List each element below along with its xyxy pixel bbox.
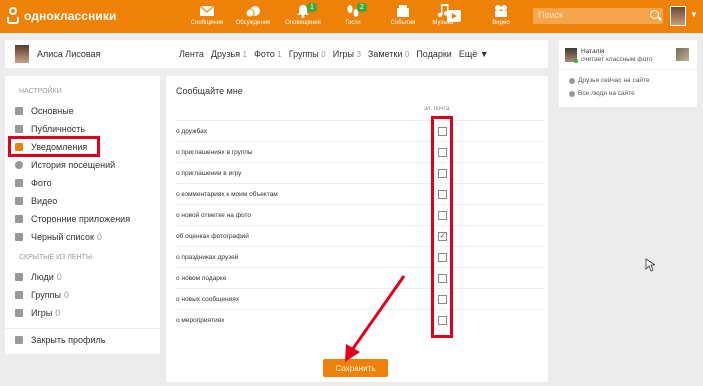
online-indicator (574, 59, 578, 63)
highlight-frame-checkboxes (431, 116, 453, 338)
top-bar: одноклассники Сообщения Обсуждения 1 Опо… (0, 0, 703, 33)
search-icon[interactable] (650, 10, 659, 19)
tab-gifts[interactable]: Подарки (416, 49, 452, 59)
bell-icon: 1 (295, 3, 317, 18)
table-row: о приглашении в игру (176, 162, 544, 183)
search-input[interactable]: Поиск (533, 8, 663, 24)
table-row: о новых сообщениях (176, 288, 544, 309)
tab-games[interactable]: Игры 3 (333, 49, 361, 59)
sidebar-item-main[interactable]: Основные (15, 103, 74, 119)
guests-badge: 2 (357, 3, 367, 12)
people-icon (569, 90, 575, 97)
settings-header: НАСТРОЙКИ (19, 88, 62, 95)
table-row: о комментариях к моим объектам (176, 183, 544, 204)
save-button[interactable]: Сохранить (323, 359, 388, 377)
sidebar-item-apps[interactable]: Сторонние приложения (15, 211, 130, 227)
nav-messages[interactable]: Сообщения (184, 2, 230, 26)
all-people-link[interactable]: Все люди на сайте (569, 90, 635, 97)
friend-action: считает классным фото (581, 56, 653, 63)
events-icon (395, 4, 411, 18)
nav-discussions[interactable]: Обсуждения (230, 2, 276, 26)
page-title: Сообщайте мне (176, 86, 243, 96)
table-row: о новой отметке на фото (176, 204, 544, 225)
megaphone-icon (15, 125, 23, 133)
close-profile-link[interactable]: Закрыть профиль (15, 332, 105, 348)
nav-play[interactable] (445, 10, 463, 22)
tab-groups[interactable]: Группы 0 (289, 49, 326, 59)
groups-icon (15, 291, 23, 299)
logo[interactable]: одноклассники (6, 7, 116, 25)
camera-icon (15, 179, 23, 187)
sidebar-item-hidden-games[interactable]: Игры 0 (15, 305, 60, 321)
film-icon (15, 197, 23, 205)
profile-avatar[interactable] (15, 45, 29, 63)
table-row: о новом подарке (176, 267, 544, 288)
sidebar-item-history[interactable]: История посещений (15, 157, 115, 173)
nav-label: Оповещения (285, 20, 321, 26)
people-icon (569, 77, 575, 84)
nav-video[interactable]: Видео (478, 2, 524, 26)
tab-friends[interactable]: Друзья 1 (211, 49, 247, 59)
hidden-header: СКРЫТЫЕ ИЗ ЛЕНТЫ (19, 254, 93, 261)
sidebar-item-publicity[interactable]: Публичность (15, 121, 85, 137)
photo-thumbnail[interactable] (676, 48, 689, 61)
envelope-icon (199, 4, 215, 18)
nav-label: Обсуждения (235, 20, 271, 26)
tab-notes[interactable]: Заметки 0 (368, 49, 409, 59)
friends-activity-panel: Наталія считает классным фото Друзья сей… (559, 40, 697, 107)
nav-label: Сообщения (190, 20, 224, 26)
nav-label: Видео (492, 20, 510, 26)
sidebar-item-video[interactable]: Видео (15, 193, 57, 209)
lock-icon (15, 336, 23, 344)
search-placeholder: Поиск (538, 10, 563, 20)
table-row: об оценках фотографий ✓ (176, 225, 544, 246)
profile-name[interactable]: Алиса Лисовая (37, 49, 100, 59)
sidebar-item-hidden-groups[interactable]: Группы 0 (15, 287, 69, 303)
profile-header: Алиса Лисовая Лента Друзья 1 Фото 1 Груп… (5, 40, 548, 68)
nav-notifications[interactable]: 1 Оповещения (280, 2, 326, 26)
email-column-header: эл. почта (424, 106, 450, 112)
table-row: о мероприятиях (176, 309, 544, 330)
clock-icon (15, 161, 23, 169)
play-icon (447, 10, 461, 22)
gear-icon (15, 107, 23, 115)
mouse-cursor-icon (645, 258, 655, 272)
people-icon (15, 273, 23, 281)
profile-tabs: Лента Друзья 1 Фото 1 Группы 0 Игры 3 За… (179, 49, 496, 59)
brand-name: одноклассники (24, 9, 117, 23)
sidebar-item-photo[interactable]: Фото (15, 175, 52, 191)
notification-badge: 1 (307, 3, 317, 12)
gamepad-icon (15, 309, 23, 317)
tab-feed[interactable]: Лента (179, 49, 204, 59)
nav-label: События (390, 20, 416, 26)
table-row: о праздниках друзей (176, 246, 544, 267)
footprints-icon: 2 (345, 3, 367, 18)
tab-photos[interactable]: Фото 1 (254, 49, 282, 59)
divider (559, 69, 697, 70)
sidebar-item-blacklist[interactable]: Черный список 0 (15, 229, 102, 245)
blocked-user-icon (15, 233, 23, 241)
sidebar-divider (5, 328, 160, 329)
apps-icon (15, 215, 23, 223)
avatar[interactable] (670, 6, 686, 26)
tab-more[interactable]: Ещё ▼ (459, 49, 489, 59)
film-camera-icon (493, 4, 509, 18)
chat-bubbles-icon (245, 4, 261, 18)
ok-logo-icon (6, 7, 20, 25)
friends-online-link[interactable]: Друзья сейчас на сайте (569, 77, 649, 84)
table-row: о дружбах (176, 120, 544, 141)
settings-sidebar: НАСТРОЙКИ Основные Публичность Уведомлен… (5, 76, 160, 354)
nav-guests[interactable]: 2 Гости (330, 2, 376, 26)
table-row: о приглашениях в группы (176, 141, 544, 162)
chevron-down-icon[interactable]: ▼ (690, 10, 698, 19)
highlight-frame-notifications (8, 136, 100, 157)
notification-settings-panel: Сообщайте мне эл. почта о дружбах о приг… (166, 76, 548, 382)
sidebar-item-hidden-people[interactable]: Люди 0 (15, 269, 62, 285)
friend-name[interactable]: Наталія (581, 48, 604, 55)
nav-label: Гости (345, 20, 361, 26)
